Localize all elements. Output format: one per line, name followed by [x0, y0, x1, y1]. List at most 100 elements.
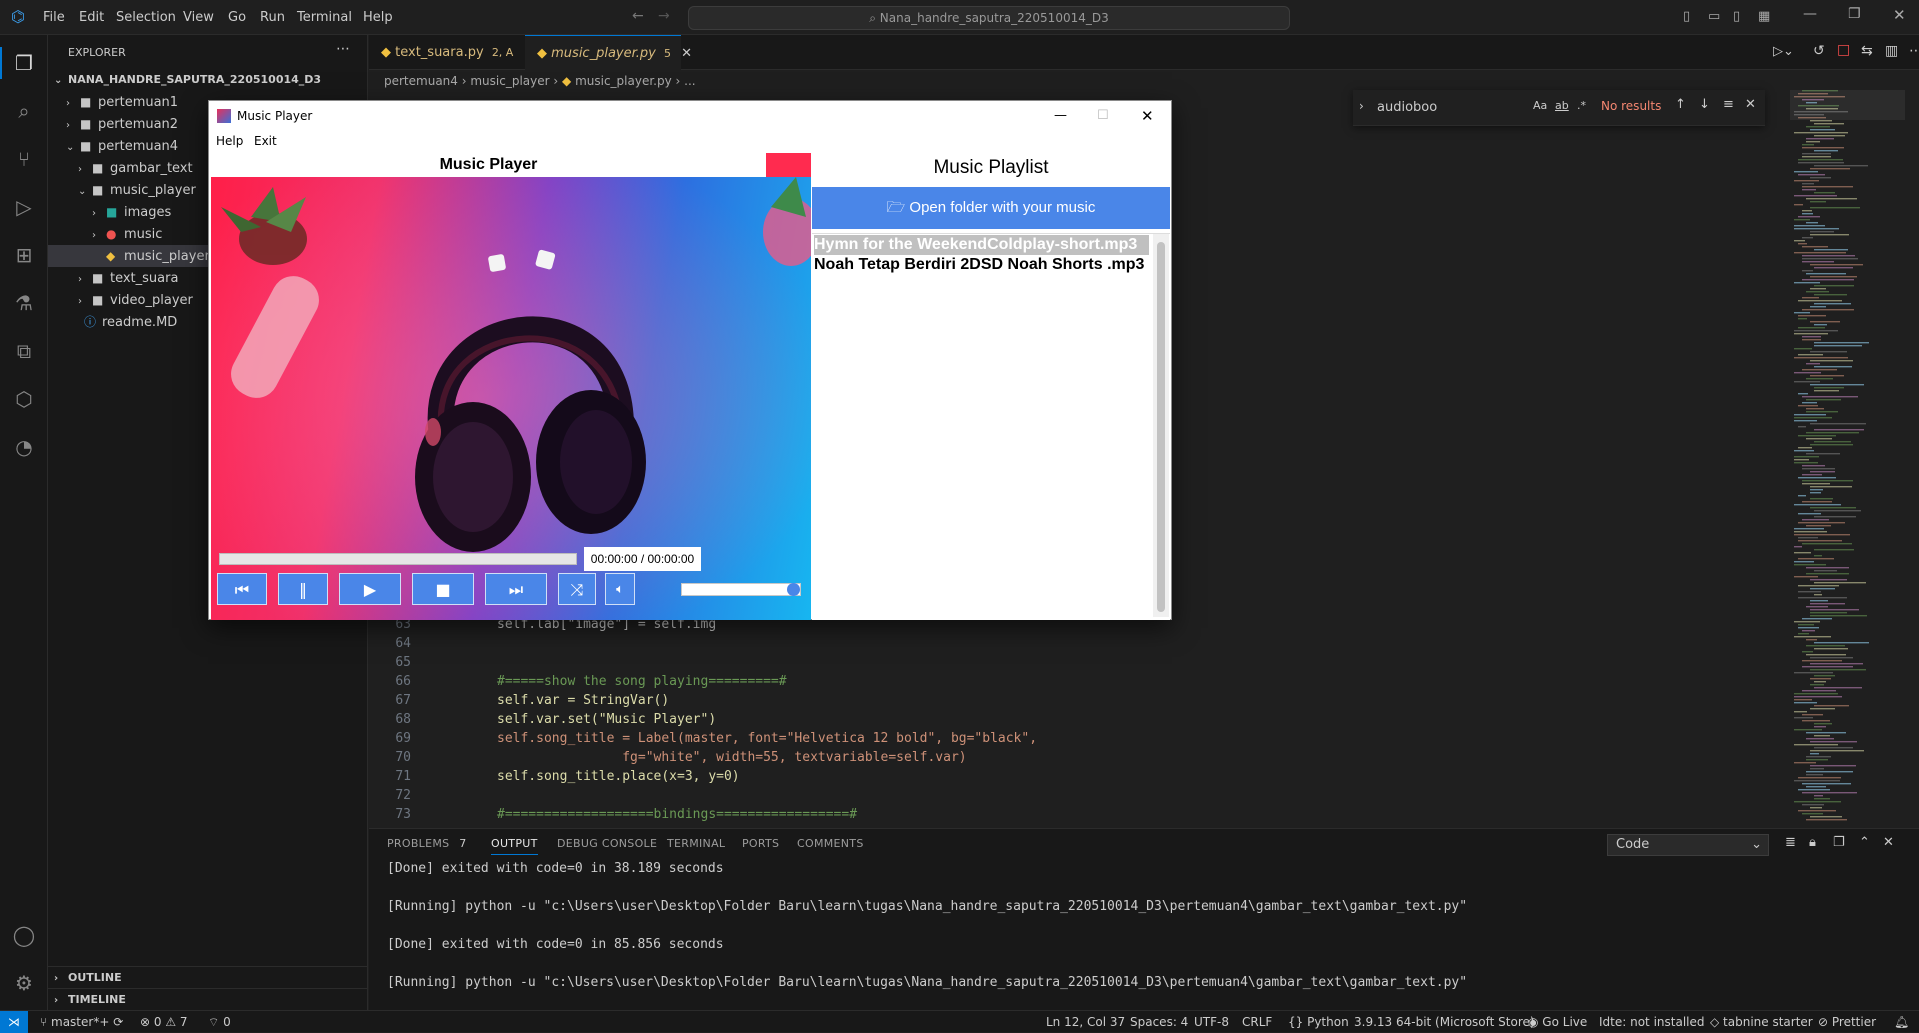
tab-text-suara[interactable]: ◆ text_suara.py 2, A	[369, 35, 525, 70]
window-close-icon[interactable]: ✕	[1893, 6, 1906, 24]
compare-icon[interactable]: ⇆	[1861, 43, 1873, 59]
tab-music-player[interactable]: ◆ music_player.py 5 ✕	[525, 35, 692, 70]
menu-run[interactable]: Run	[260, 0, 285, 35]
volume-slider[interactable]	[681, 583, 801, 596]
customize-layout-icon[interactable]: ▦	[1758, 9, 1770, 24]
playlist-listbox[interactable]: Hymn for the WeekendColdplay-short.mp3 N…	[812, 233, 1170, 618]
language-mode[interactable]: {} Python	[1288, 1011, 1349, 1033]
explorer-icon[interactable]: ❐	[12, 51, 36, 75]
tab-output[interactable]: OUTPUT	[491, 837, 538, 855]
volume-slider-thumb[interactable]	[787, 583, 800, 596]
settings-gear-icon[interactable]: ⚙	[12, 971, 36, 995]
menu-go[interactable]: Go	[228, 0, 246, 35]
notifications-bell-icon[interactable]: 🔔︎	[1894, 1011, 1909, 1033]
minimap[interactable]	[1790, 90, 1905, 825]
lock-icon[interactable]: 🔒︎	[1809, 835, 1816, 850]
previous-button[interactable]: ⏮︎	[217, 573, 267, 605]
menu-help[interactable]: Help	[216, 131, 243, 151]
outline-section[interactable]: › OUTLINE	[48, 966, 368, 988]
tabnine-status[interactable]: ◇ tabnine starter	[1710, 1011, 1813, 1033]
source-control-icon[interactable]: ⑂	[12, 147, 36, 171]
volume-button[interactable]: 🔈︎	[605, 573, 635, 605]
tab-debug-console[interactable]: DEBUG CONSOLE	[557, 837, 657, 850]
menu-edit[interactable]: Edit	[79, 0, 104, 35]
find-in-selection-icon[interactable]: ≡	[1723, 97, 1734, 112]
vscode-logo-icon[interactable]: ⌬	[9, 8, 27, 26]
pause-button[interactable]: ‖	[278, 573, 328, 605]
breadcrumb-item[interactable]: music_player.py	[575, 74, 672, 88]
playlist-scrollbar[interactable]	[1153, 234, 1169, 617]
window-maximize-icon[interactable]: ☐	[1097, 101, 1109, 131]
account-icon[interactable]: ◯	[12, 923, 36, 947]
close-panel-icon[interactable]: ✕	[1883, 835, 1894, 850]
song-progress-bar[interactable]	[219, 553, 577, 565]
playlist-item[interactable]: Noah Tetap Berdiri 2DSD Noah Shorts .mp3	[814, 255, 1149, 275]
split-editor-icon[interactable]: ▥	[1885, 43, 1898, 59]
toggle-secondary-sidebar-icon[interactable]: ▯	[1733, 9, 1740, 24]
next-match-icon[interactable]: ↓	[1699, 97, 1710, 112]
menu-terminal[interactable]: Terminal	[297, 0, 352, 35]
toggle-sidebar-icon[interactable]: ▯	[1683, 9, 1690, 24]
end-of-line[interactable]: CRLF	[1242, 1011, 1272, 1033]
previous-match-icon[interactable]: ↑	[1675, 97, 1686, 112]
whole-word-toggle[interactable]: ab	[1555, 99, 1569, 112]
shuffle-button[interactable]: ⤨	[558, 573, 596, 605]
window-minimize-icon[interactable]: —	[1054, 101, 1067, 131]
indentation[interactable]: Spaces: 4	[1130, 1011, 1188, 1033]
regex-toggle[interactable]: .*	[1577, 99, 1586, 112]
play-button[interactable]: ▶	[339, 573, 401, 605]
tab-problems[interactable]: PROBLEMS 7	[387, 837, 467, 850]
find-input[interactable]: audioboo	[1377, 98, 1527, 118]
open-log-icon[interactable]: ❐	[1833, 835, 1845, 850]
testing-icon[interactable]: ⚗	[12, 291, 36, 315]
toggle-panel-icon[interactable]: ▭	[1708, 9, 1720, 24]
toggle-replace-icon[interactable]: ›	[1359, 99, 1364, 113]
window-title-bar[interactable]: Music Player — ☐ ✕	[209, 101, 1171, 131]
tab-ports[interactable]: PORTS	[742, 837, 779, 850]
prettier-status[interactable]: ⊘ Prettier	[1818, 1011, 1876, 1033]
stop-button[interactable]: ■	[412, 573, 474, 605]
menu-view[interactable]: View	[183, 0, 214, 35]
command-center[interactable]: ⌕ Nana_handre_saputra_220510014_D3	[688, 6, 1290, 30]
nav-back-icon[interactable]: ←	[632, 8, 644, 24]
playlist-item-selected[interactable]: Hymn for the WeekendColdplay-short.mp3	[814, 235, 1149, 255]
window-close-icon[interactable]: ✕	[1141, 101, 1154, 131]
workspace-root[interactable]: ⌄ NANA_HANDRE_SAPUTRA_220510014_D3	[48, 69, 368, 91]
timeline-section[interactable]: › TIMELINE	[48, 988, 368, 1010]
window-restore-icon[interactable]: ❐	[1848, 6, 1861, 22]
ports-status[interactable]: ⌔ 0	[208, 1011, 231, 1033]
minimap-viewport[interactable]	[1790, 90, 1905, 120]
menu-exit[interactable]: Exit	[254, 131, 277, 151]
breadcrumb-item[interactable]: ...	[684, 74, 695, 88]
go-live[interactable]: ◉ Go Live	[1528, 1011, 1587, 1033]
menu-selection[interactable]: Selection	[116, 0, 176, 35]
menu-help[interactable]: Help	[363, 0, 393, 35]
run-file-icon[interactable]: ▷⌄	[1773, 44, 1794, 59]
run-debug-icon[interactable]: ▷	[12, 195, 36, 219]
open-folder-button[interactable]: 🗁︎ Open folder with your music	[812, 187, 1170, 229]
timeline-icon[interactable]: ↺	[1813, 43, 1825, 59]
close-icon[interactable]: ✕	[1745, 97, 1756, 112]
close-icon[interactable]: ✕	[681, 46, 692, 61]
git-branch[interactable]: ⑂ master*+ ⟳	[40, 1011, 123, 1033]
output-channel-select[interactable]: Code ⌄	[1607, 834, 1769, 856]
cursor-position[interactable]: Ln 12, Col 37	[1046, 1011, 1125, 1033]
idte-status[interactable]: Idte: not installed	[1599, 1011, 1705, 1033]
match-case-toggle[interactable]: Aa	[1533, 99, 1547, 112]
python-interpreter[interactable]: 3.9.13 64-bit (Microsoft Store)	[1354, 1011, 1535, 1033]
edge-icon[interactable]: ◔	[12, 435, 36, 459]
menu-file[interactable]: File	[43, 0, 65, 35]
encoding[interactable]: UTF-8	[1194, 1011, 1229, 1033]
scrollbar-thumb[interactable]	[1157, 242, 1165, 612]
window-minimize-icon[interactable]: —	[1803, 6, 1817, 22]
more-actions-icon[interactable]: ⋯	[1909, 43, 1919, 59]
maximize-panel-icon[interactable]: ⌃	[1859, 835, 1870, 850]
extensions-icon[interactable]: ⊞	[12, 243, 36, 267]
remote-icon[interactable]: ⧉	[12, 339, 36, 363]
breadcrumb-item[interactable]: music_player	[470, 74, 549, 88]
tab-terminal[interactable]: TERMINAL	[667, 837, 725, 850]
nav-forward-icon[interactable]: →	[658, 8, 670, 24]
problems-status[interactable]: ⊗ 0 ⚠ 7	[140, 1011, 188, 1033]
breadcrumb-item[interactable]: pertemuan4	[384, 74, 458, 88]
filter-list-icon[interactable]: ≣	[1785, 835, 1796, 850]
